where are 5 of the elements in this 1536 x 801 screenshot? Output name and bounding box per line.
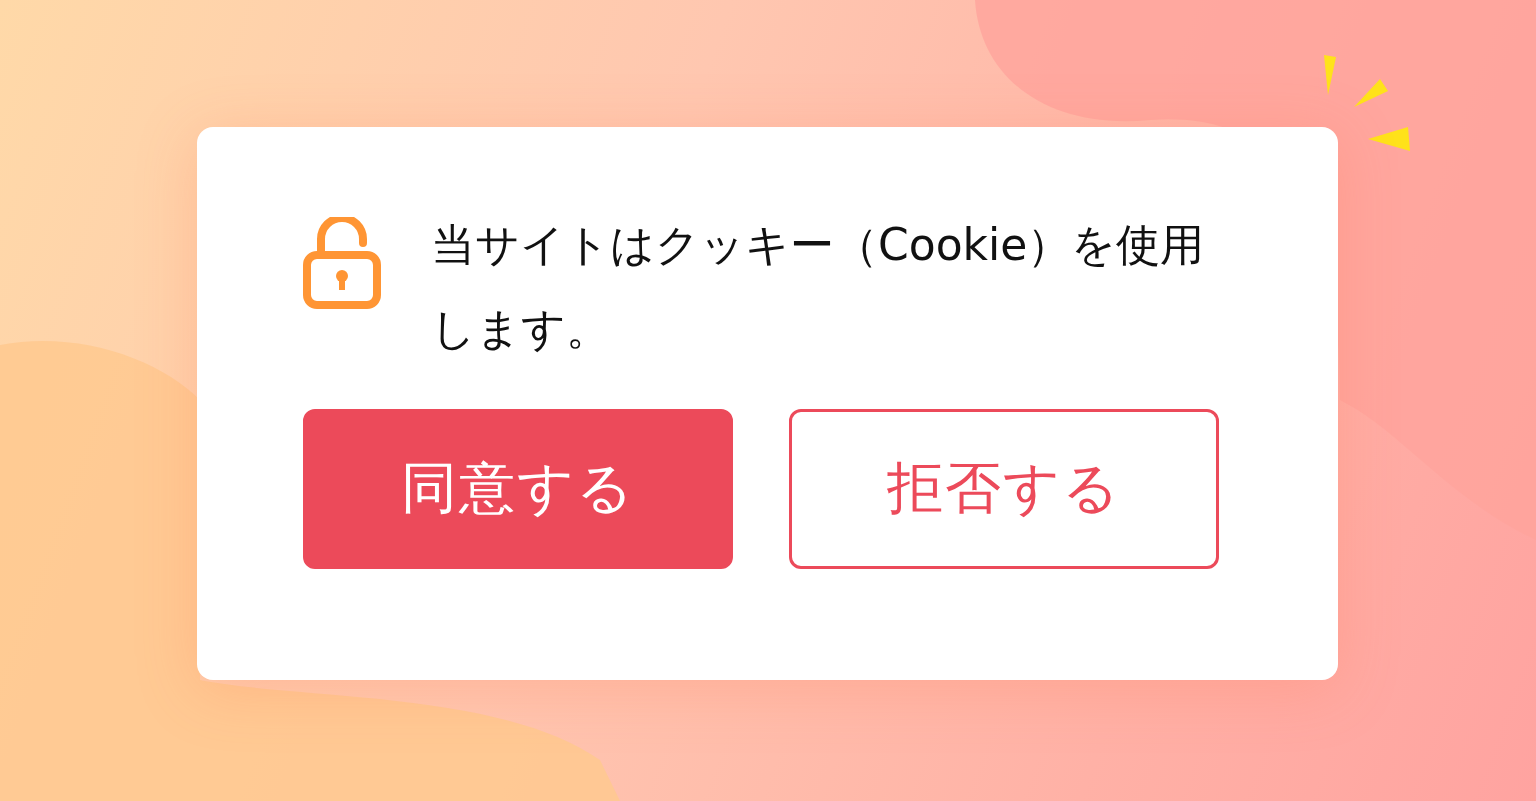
- lock-icon: [303, 217, 381, 309]
- accept-button[interactable]: 同意する: [303, 409, 733, 569]
- cookie-message: 当サイトはクッキー（Cookie）を使用します。: [431, 218, 1206, 356]
- reject-button[interactable]: 拒否する: [789, 409, 1219, 569]
- sparkle-icon: [1324, 55, 1410, 152]
